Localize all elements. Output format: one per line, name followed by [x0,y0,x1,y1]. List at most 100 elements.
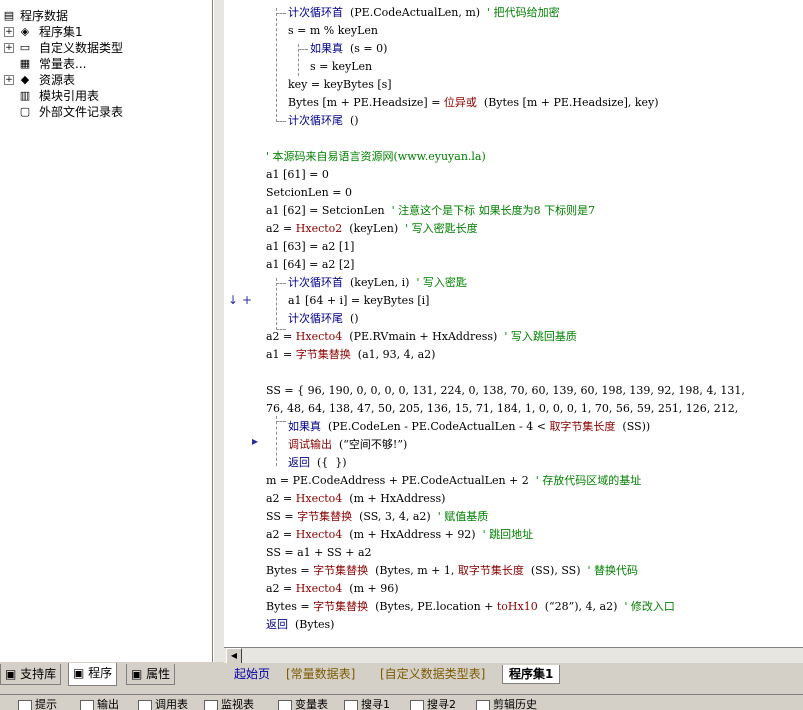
tree-item-label: 资源表 [39,73,76,87]
flow-guide [276,278,277,330]
code-token: 调试输出 [288,438,332,451]
code-token: (PE.CodeActualLen, m) [343,6,488,19]
tree-item[interactable]: + ◆ 资源表 [0,72,210,88]
tree-item[interactable]: + ◈ 程序集1 [0,24,210,40]
code-line[interactable]: a2 = Hxecto4 (m + HxAddress + 92) ' 跳回地址 [266,526,533,544]
code-token: (m + HxAddress) [342,492,446,505]
document-tab[interactable]: 程序集1 [502,665,561,684]
code-token: () [343,114,359,127]
doc-icon: ▭ [19,41,31,54]
code-line[interactable]: 返回 ({ }) [288,454,347,472]
bottom-tool-label: 剪辑历史 [493,698,537,710]
code-token: ' 存放代码区域的基址 [535,474,642,487]
code-token: SS = { 96, 190, 0, 0, 0, 0, 131, 224, 0,… [266,384,745,397]
bottom-tool-button[interactable]: 搜寻1 [344,697,390,710]
code-line[interactable]: 计次循环尾 () [288,112,359,130]
code-line[interactable]: a2 = Hxecto4 (m + 96) [266,580,399,598]
code-line[interactable]: 计次循环尾 () [288,310,359,328]
code-line[interactable]: a1 [61] = 0 [266,166,329,184]
code-token: a1 [64 + i] = keyBytes [i] [288,294,430,307]
code-line[interactable]: a2 = Hxecto4 (m + HxAddress) [266,490,445,508]
code-token: SetcionLen = 0 [266,186,352,199]
code-line[interactable]: a2 = Hxecto2 (keyLen) ' 写入密匙长度 [266,220,478,238]
code-line[interactable]: 如果真 (s = 0) [310,40,387,58]
code-token: ' 写入密匙 [416,276,467,289]
code-token: (SS)) [615,420,651,433]
bottom-tool-label: 变量表 [295,698,328,710]
bottom-tool-button[interactable]: 提示 [18,697,57,710]
code-line[interactable]: 76, 48, 64, 138, 47, 50, 205, 136, 15, 7… [266,400,738,418]
bottom-tool-button[interactable]: 搜寻2 [410,697,456,710]
bottom-tool-button[interactable]: 监视表 [204,697,254,710]
code-line[interactable]: s = m % keyLen [288,22,378,40]
code-token: a2 = [266,528,296,541]
code-line[interactable]: 如果真 (PE.CodeLen - PE.CodeActualLen - 4 <… [288,418,650,436]
code-line[interactable]: a1 [64 + i] = keyBytes [i] [288,292,429,310]
code-line[interactable]: 计次循环首 (keyLen, i) ' 写入密匙 [288,274,467,292]
code-token: 返回 [288,456,310,469]
code-line[interactable]: a1 = 字节集替换 (a1, 93, 4, a2) [266,346,435,364]
code-line[interactable]: 计次循环首 (PE.CodeActualLen, m) ' 把代码给加密 [288,4,560,22]
code-token: 字节集替换 [297,510,353,523]
document-tabs: 起始页 [常量数据表] [自定义数据类型表] 程序集1 [224,663,803,685]
code-line[interactable]: Bytes [m + PE.Headsize] = 位异或 (Bytes [m … [288,94,659,112]
code-token: (Bytes, PE.location + [368,600,497,613]
code-line[interactable]: 返回 (Bytes) [266,616,334,634]
code-token: 计次循环首 [288,276,343,289]
expand-icon[interactable]: + [4,27,14,37]
bottom-tool-label: 监视表 [221,698,254,710]
code-line[interactable]: a1 [64] = a2 [2] [266,256,354,274]
plus-icon[interactable]: + [242,293,252,307]
tree-item[interactable]: ▤ 程序数据 [0,8,210,24]
expand-icon[interactable]: + [4,43,14,53]
bottom-tool-button[interactable]: 输出 [80,697,119,710]
left-tab[interactable]: ▣ 属性 [126,664,176,685]
tree-item[interactable]: ▥ 模块引用表 [0,88,210,104]
code-line[interactable]: a2 = Hxecto4 (PE.RVmain + HxAddress) ' 写… [266,328,577,346]
scroll-left-icon[interactable]: ◀ [226,648,242,664]
code-line[interactable]: SetcionLen = 0 [266,184,352,202]
code-line[interactable]: a1 [62] = SetcionLen ' 注意这个是下标 如果长度为8 下标… [266,202,595,220]
code-token: (SS, 3, 4, a2) [352,510,438,523]
code-token: Hxecto2 [295,222,343,235]
flow-guide [276,416,277,466]
code-editor[interactable]: 计次循环首 (PE.CodeActualLen, m) ' 把代码给加密 s = … [258,0,803,647]
bottom-tool-button[interactable]: 剪辑历史 [476,697,537,710]
tree-item-label: 程序集1 [39,25,83,39]
code-token: (PE.CodeLen - PE.CodeActualLen - 4 < [321,420,550,433]
code-token: Hxecto4 [295,582,343,595]
left-tab[interactable]: ▣ 支持库 [0,664,62,685]
tree-item[interactable]: + ▭ 自定义数据类型 [0,40,210,56]
code-token: ({ }) [310,456,347,469]
code-token: 如果真 [288,420,321,433]
bottom-tool-button[interactable]: 变量表 [278,697,328,710]
bottom-tool-button[interactable]: 调用表 [138,697,188,710]
code-line[interactable]: SS = 字节集替换 (SS, 3, 4, a2) ' 赋值基质 [266,508,488,526]
code-token: SS = a1 + SS + a2 [266,546,372,559]
code-token: 字节集替换 [313,600,369,613]
code-line[interactable]: 调试输出 (“空间不够!”) [288,436,407,454]
document-tab[interactable]: 起始页 [228,665,276,683]
code-line[interactable]: Bytes = 字节集替换 (Bytes, m + 1, 取字节集长度 (SS)… [266,562,638,580]
code-token: ' 赋值基质 [437,510,489,523]
tree-item-label: 程序数据 [20,9,69,23]
tree-item[interactable]: ▢ 外部文件记录表 [0,104,210,120]
code-line[interactable]: a1 [63] = a2 [1] [266,238,354,256]
document-tab[interactable]: [常量数据表] [280,665,361,683]
code-line[interactable]: m = PE.CodeAddress + PE.CodeActualLen + … [266,472,641,490]
arrow-icon[interactable]: ↓ [228,293,238,307]
horizontal-scrollbar[interactable]: ◀ [224,647,803,664]
code-line[interactable]: s = keyLen [310,58,372,76]
code-line[interactable]: key = keyBytes [s] [288,76,392,94]
expand-icon[interactable]: + [4,75,14,85]
code-line[interactable]: ' 本源码来自易语言资源网(www.eyuyan.la) [266,148,486,166]
code-token: (Bytes, m + 1, [368,564,458,577]
code-line[interactable]: SS = a1 + SS + a2 [266,544,372,562]
document-tab[interactable]: [自定义数据类型表] [374,665,491,683]
code-line[interactable]: SS = { 96, 190, 0, 0, 0, 0, 131, 224, 0,… [266,382,745,400]
code-token: a1 = [266,348,296,361]
code-token: (SS), SS) [523,564,588,577]
left-tab[interactable]: ▣ 程序 [68,663,118,686]
code-line[interactable]: Bytes = 字节集替换 (Bytes, PE.location + toHx… [266,598,675,616]
tree-item[interactable]: ▦ 常量表... [0,56,210,72]
